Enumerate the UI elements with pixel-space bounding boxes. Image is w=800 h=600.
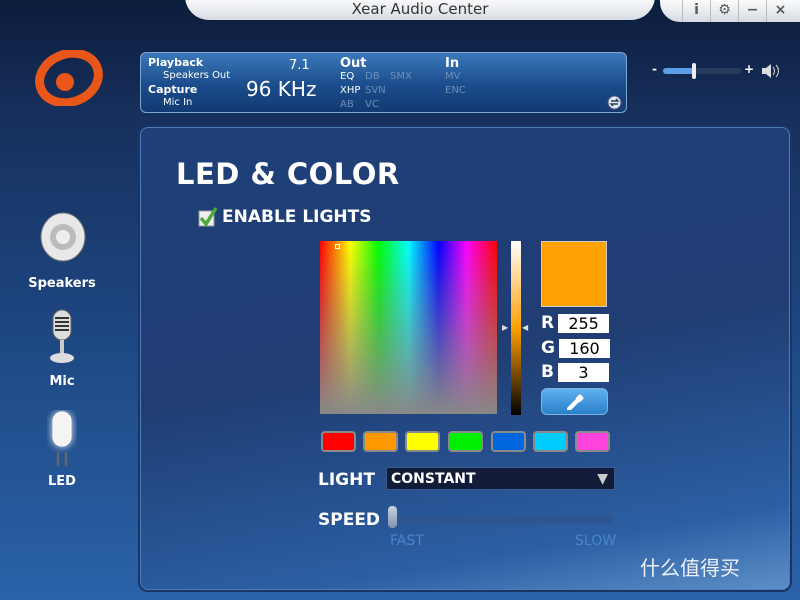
sidebar-label: LED bbox=[48, 474, 76, 489]
red-label: R bbox=[541, 313, 555, 333]
microphone-icon bbox=[50, 309, 74, 363]
close-button[interactable]: × bbox=[766, 0, 794, 22]
color-preset-swatch[interactable] bbox=[405, 431, 440, 452]
color-preset-swatch[interactable] bbox=[363, 431, 398, 452]
volume-control: - + bbox=[652, 62, 782, 80]
color-preset-swatch[interactable] bbox=[575, 431, 610, 452]
sidebar-label: Mic bbox=[49, 374, 75, 389]
color-preset-swatch[interactable] bbox=[321, 431, 356, 452]
watermark: 什么值得买 bbox=[640, 556, 740, 580]
color-preset-swatch[interactable] bbox=[448, 431, 483, 452]
out-smx[interactable]: SMX bbox=[390, 71, 412, 82]
in-enc[interactable]: ENC bbox=[445, 85, 466, 96]
volume-slider[interactable] bbox=[663, 68, 741, 74]
settings-gear-icon[interactable]: ⚙ bbox=[710, 0, 738, 22]
out-ab[interactable]: AB bbox=[340, 99, 354, 110]
page-title: LED & COLOR bbox=[176, 157, 400, 191]
color-preset-swatch[interactable] bbox=[491, 431, 526, 452]
window-controls: i ⚙ − × bbox=[660, 0, 800, 22]
window-title: Xear Audio Center bbox=[185, 0, 655, 20]
color-preset-swatch[interactable] bbox=[533, 431, 568, 452]
blue-field: B bbox=[541, 362, 609, 382]
spectrum-cursor[interactable] bbox=[335, 244, 340, 249]
in-label: In bbox=[445, 56, 460, 71]
speaker-icon bbox=[40, 212, 86, 262]
out-xhp[interactable]: XHP bbox=[340, 85, 360, 96]
current-color-swatch bbox=[541, 241, 607, 307]
out-db[interactable]: DB bbox=[365, 71, 380, 82]
green-field: G bbox=[541, 338, 610, 358]
brightness-marker-right[interactable]: ◀ bbox=[522, 323, 528, 332]
eyedropper-button[interactable] bbox=[541, 388, 608, 415]
volume-plus[interactable]: + bbox=[744, 62, 754, 76]
sidebar-item-mic[interactable]: Mic bbox=[12, 308, 112, 389]
sidebar-label: Speakers bbox=[28, 276, 96, 291]
red-field: R bbox=[541, 313, 610, 333]
blue-label: B bbox=[541, 362, 554, 382]
sample-rate: 96 KHz bbox=[246, 77, 317, 101]
playback-device: Speakers Out bbox=[163, 70, 231, 81]
led-icon bbox=[52, 411, 72, 466]
light-mode-value: CONSTANT bbox=[391, 471, 476, 487]
out-eq[interactable]: EQ bbox=[340, 71, 354, 82]
speaker-volume-icon[interactable] bbox=[760, 63, 780, 79]
xear-logo-icon bbox=[35, 50, 103, 106]
brightness-slider[interactable] bbox=[511, 241, 521, 415]
out-vc[interactable]: VC bbox=[365, 99, 379, 110]
status-panel: Playback Speakers Out Capture Mic In 7.1… bbox=[140, 52, 627, 113]
green-label: G bbox=[541, 338, 555, 358]
info-button[interactable]: i bbox=[682, 0, 710, 22]
speed-slider[interactable] bbox=[392, 515, 614, 524]
enable-lights-label: ENABLE LIGHTS bbox=[222, 207, 372, 227]
swap-icon[interactable] bbox=[607, 95, 622, 110]
in-mv[interactable]: MV bbox=[445, 71, 460, 82]
blue-input[interactable] bbox=[557, 362, 609, 382]
playback-label: Playback bbox=[148, 56, 204, 69]
light-mode-dropdown[interactable]: CONSTANT ▼ bbox=[386, 467, 615, 490]
speed-slider-thumb[interactable] bbox=[388, 506, 397, 528]
out-svn[interactable]: SVN bbox=[365, 85, 386, 96]
chevron-down-icon: ▼ bbox=[597, 471, 608, 487]
light-label: LIGHT bbox=[318, 470, 375, 490]
speed-label: SPEED bbox=[318, 510, 381, 530]
speed-slow-label: SLOW bbox=[575, 533, 617, 549]
checkmark-icon bbox=[198, 207, 218, 227]
red-input[interactable] bbox=[558, 313, 610, 333]
enable-lights-checkbox[interactable]: ENABLE LIGHTS bbox=[198, 207, 372, 227]
sidebar-item-speakers[interactable]: Speakers bbox=[12, 210, 112, 291]
speed-fast-label: FAST bbox=[390, 533, 424, 549]
sidebar-item-led[interactable]: LED bbox=[12, 410, 112, 489]
volume-minus[interactable]: - bbox=[652, 62, 657, 76]
channels: 7.1 bbox=[289, 58, 310, 73]
out-label: Out bbox=[340, 56, 367, 71]
capture-device: Mic In bbox=[163, 97, 193, 108]
green-input[interactable] bbox=[558, 338, 610, 358]
brightness-marker-left[interactable]: ▶ bbox=[502, 323, 508, 332]
volume-thumb[interactable] bbox=[692, 63, 697, 79]
eyedropper-icon bbox=[566, 394, 583, 410]
capture-label: Capture bbox=[148, 83, 198, 96]
minimize-button[interactable]: − bbox=[738, 0, 766, 22]
color-spectrum-picker[interactable] bbox=[320, 241, 497, 414]
